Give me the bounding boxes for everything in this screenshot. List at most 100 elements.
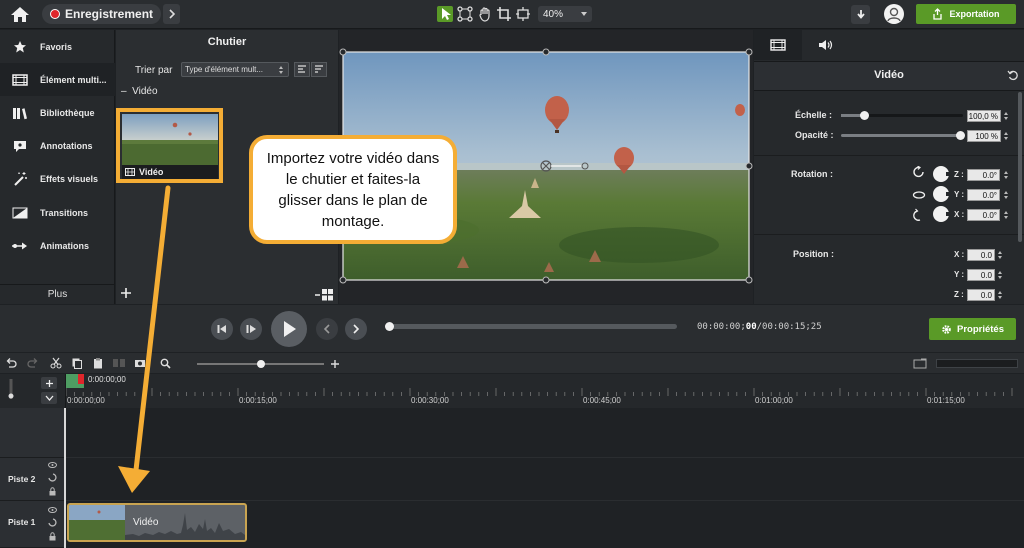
opacity-field[interactable]: 100 % <box>967 130 1001 142</box>
undo-icon[interactable] <box>5 357 17 369</box>
pan-tool-button[interactable] <box>477 6 493 22</box>
track-header[interactable]: Piste 1 <box>0 501 64 548</box>
scale-field[interactable]: 100,0 % <box>967 110 1001 122</box>
timeline-zoom-slider[interactable] <box>197 360 324 368</box>
properties-button[interactable]: Propriétés <box>929 318 1016 340</box>
position-x-field[interactable]: 0.0 <box>967 249 995 261</box>
opacity-slider-thumb[interactable] <box>956 131 965 140</box>
sidebar-item-transitions[interactable]: Transitions <box>0 196 115 229</box>
media-item-video[interactable]: Vidéo <box>116 108 223 183</box>
export-button[interactable]: Exportation <box>916 4 1016 24</box>
redo-icon[interactable] <box>27 357 39 369</box>
zoom-in-icon[interactable] <box>330 359 340 369</box>
scale-slider[interactable] <box>841 111 963 120</box>
playback-controls: 00:00:00;00/00:00:15;25 Propriétés <box>0 305 1024 352</box>
zoom-dropdown[interactable]: 40% <box>538 6 592 22</box>
detach-timeline-icon[interactable] <box>913 358 927 369</box>
opacity-stepper[interactable] <box>1003 130 1010 142</box>
add-track-button[interactable] <box>41 377 57 389</box>
section-header-video[interactable]: – Vidéo <box>121 86 158 97</box>
position-z-field[interactable]: 0.0 <box>967 289 995 301</box>
timeline-zoom-thumb[interactable] <box>257 360 265 368</box>
timeline-scrollbar[interactable] <box>936 359 1018 368</box>
sidebar-item-annotations[interactable]: Annotations <box>0 129 115 162</box>
timecode-frame: 00 <box>745 322 757 332</box>
audio-wave-icon[interactable] <box>48 518 57 527</box>
rotation-z-dial[interactable] <box>933 166 951 182</box>
fit-tool-button[interactable] <box>515 6 531 22</box>
rotation-x-stepper[interactable] <box>1003 209 1010 221</box>
select-tool-button[interactable] <box>437 6 453 22</box>
timeline-ruler[interactable]: 0:00:00;00 0:00:00;00 0:00:15;00 0:00:30;0… <box>0 374 1024 408</box>
bin-view-button[interactable] <box>314 288 334 302</box>
audio-wave-icon[interactable] <box>48 473 57 482</box>
track-header[interactable]: Piste 2 <box>0 458 64 501</box>
rotation-y-field[interactable]: 0.0° <box>967 189 1000 201</box>
step-back-icon <box>217 325 226 333</box>
scrubber-bar[interactable] <box>385 322 677 331</box>
home-button[interactable] <box>9 5 31 24</box>
position-z-stepper[interactable] <box>997 289 1004 301</box>
rotation-y-dial[interactable] <box>933 186 951 202</box>
annotation-icon <box>14 140 26 152</box>
previous-frame-button[interactable] <box>211 318 233 340</box>
list-view-button[interactable] <box>294 62 310 77</box>
previous-marker-button[interactable] <box>316 318 338 340</box>
rotation-y-stepper[interactable] <box>1003 189 1010 201</box>
scale-stepper[interactable] <box>1003 110 1010 122</box>
ruler-tick-label: 0:01:00;00 <box>755 396 793 405</box>
sidebar-item-favoris[interactable]: Favoris <box>0 30 115 63</box>
timeline-clip[interactable]: Vidéo <box>67 503 247 542</box>
sidebar-item-visual-effects[interactable]: Effets visuels <box>0 162 115 195</box>
sidebar-item-library[interactable]: Bibliothèque <box>0 96 115 129</box>
sidebar-item-media[interactable]: Élément multi... <box>0 63 115 96</box>
tick-marks <box>66 388 1013 396</box>
download-button[interactable] <box>851 5 870 24</box>
position-y-stepper[interactable] <box>997 269 1004 281</box>
tab-audio-properties[interactable] <box>802 30 850 60</box>
next-marker-button[interactable] <box>345 318 367 340</box>
clip-label: Vidéo <box>133 517 159 528</box>
timecode-display: 00:00:00;00/00:00:15;25 <box>697 322 822 332</box>
reset-button[interactable] <box>1007 69 1019 81</box>
sidebar-item-label: Élément multi... <box>40 74 107 85</box>
hand-icon <box>479 7 490 22</box>
eye-icon[interactable] <box>48 462 57 468</box>
paste-icon[interactable] <box>92 357 104 369</box>
sort-dropdown[interactable]: Type d'élément mult... <box>181 62 289 77</box>
position-y-field[interactable]: 0.0 <box>967 269 995 281</box>
node-tool-button[interactable] <box>457 6 473 22</box>
record-expand-button[interactable] <box>163 4 180 24</box>
add-media-button[interactable] <box>119 286 133 300</box>
properties-scrollbar[interactable] <box>1018 92 1022 242</box>
crop-tool-button[interactable] <box>496 6 512 22</box>
rotation-z-field[interactable]: 0.0° <box>967 169 1000 181</box>
sidebar-item-animations[interactable]: Animations <box>0 229 115 262</box>
more-tools-button[interactable]: Plus <box>0 284 115 304</box>
zoom-icon[interactable] <box>160 358 171 369</box>
lock-icon[interactable] <box>49 532 56 541</box>
tab-visual-properties[interactable] <box>754 30 802 60</box>
user-avatar[interactable] <box>884 4 904 24</box>
cut-icon[interactable] <box>50 357 62 369</box>
track-name: Piste 1 <box>8 517 36 527</box>
next-frame-button[interactable] <box>240 318 262 340</box>
rotation-x-dial[interactable] <box>933 206 951 222</box>
scale-slider-thumb[interactable] <box>860 111 869 120</box>
sort-order-button[interactable] <box>311 62 327 77</box>
lock-icon[interactable] <box>49 487 56 496</box>
copy-icon[interactable] <box>71 357 83 369</box>
rotate-z-icon <box>913 166 924 178</box>
sidebar-item-label: Annotations <box>40 140 93 151</box>
collapse-tracks-button[interactable] <box>41 392 57 404</box>
record-button[interactable]: Enregistrement <box>42 4 161 24</box>
rotation-z-stepper[interactable] <box>1003 169 1010 181</box>
play-button[interactable] <box>271 311 307 347</box>
opacity-slider[interactable] <box>841 131 965 140</box>
eye-icon[interactable] <box>48 507 57 513</box>
rotation-x-field[interactable]: 0.0° <box>967 209 1000 221</box>
snapshot-icon[interactable] <box>134 357 146 369</box>
scrubber-thumb[interactable] <box>385 322 394 331</box>
split-icon[interactable] <box>112 357 126 369</box>
position-x-stepper[interactable] <box>997 249 1004 261</box>
